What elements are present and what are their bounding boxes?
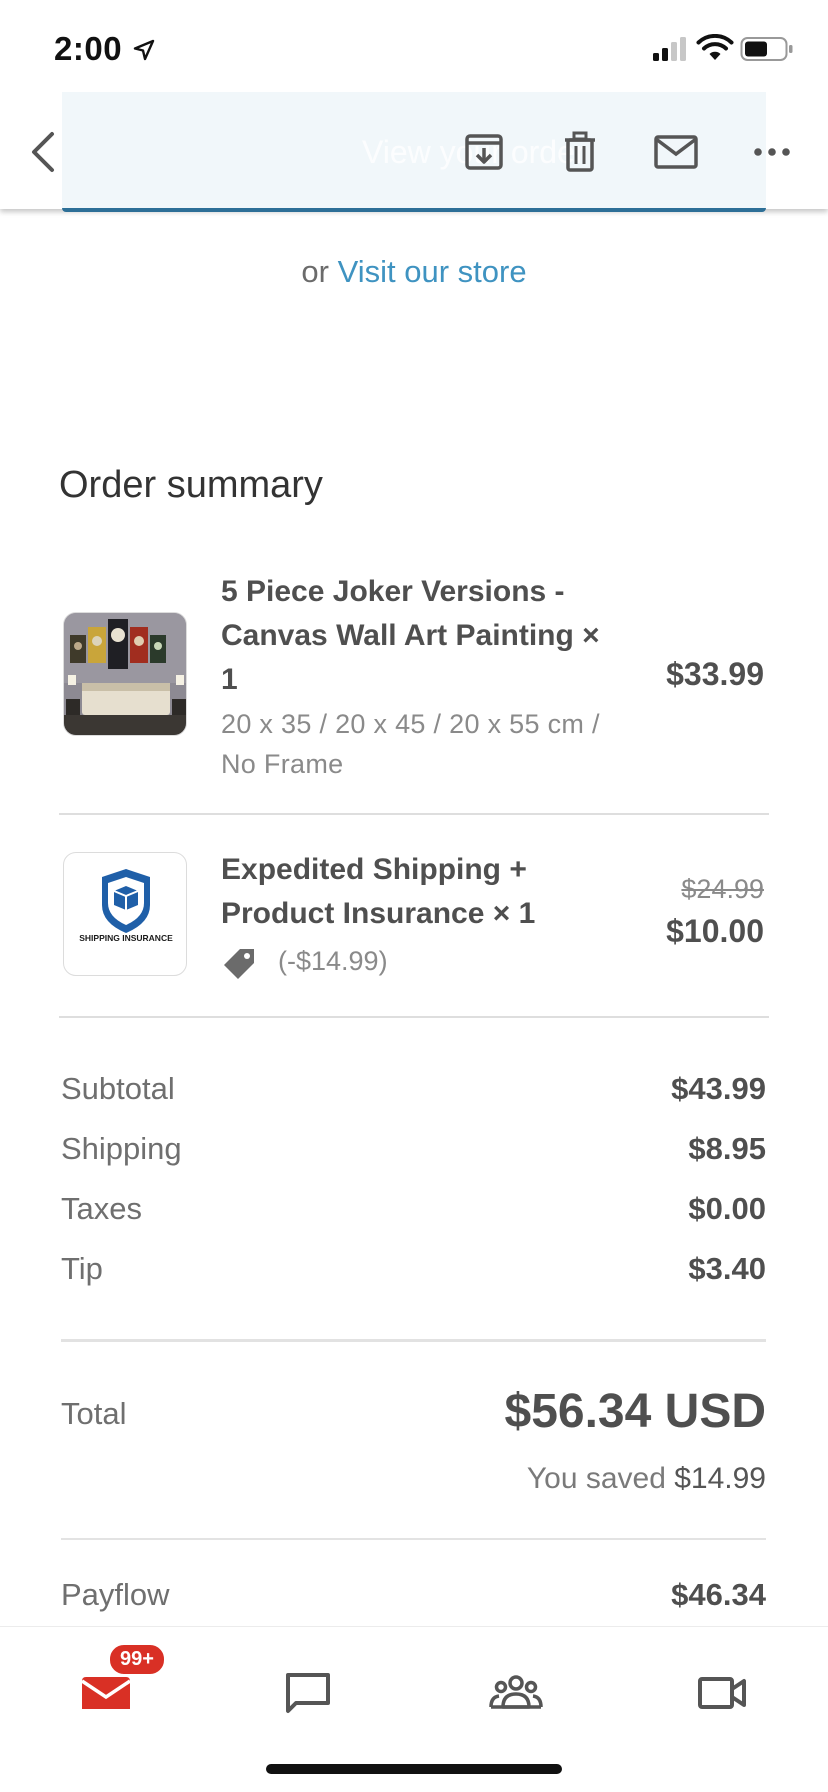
trash-icon[interactable]	[558, 130, 602, 174]
visit-store-link[interactable]: Visit our store	[338, 254, 527, 289]
savings-prefix: You saved	[526, 1462, 666, 1495]
meet-icon[interactable]	[486, 1663, 546, 1723]
savings-amount: $14.99	[674, 1462, 766, 1495]
signal-icon	[653, 37, 686, 61]
item-price: $33.99	[666, 656, 764, 692]
shield-icon	[102, 869, 150, 933]
status-bar: 2:00	[0, 0, 828, 92]
chat-icon[interactable]	[278, 1663, 338, 1723]
more-icon[interactable]	[752, 130, 792, 174]
divider	[61, 1339, 766, 1342]
wifi-icon	[696, 34, 734, 60]
divider	[61, 1538, 766, 1540]
subtotal-value: $43.99	[671, 1071, 766, 1106]
item-discount: (-$14.99)	[278, 946, 388, 976]
divider	[59, 1016, 769, 1018]
home-indicator[interactable]	[266, 1764, 562, 1774]
email-toolbar: View your order	[0, 92, 828, 212]
order-summary-title: Order summary	[59, 464, 323, 506]
location-arrow-icon	[133, 39, 155, 61]
tip-value: $3.40	[688, 1251, 766, 1286]
payflow-label: Payflow	[61, 1577, 170, 1612]
taxes-value: $0.00	[688, 1191, 766, 1226]
shipping-value: $8.95	[688, 1131, 766, 1166]
taxes-label: Taxes	[61, 1191, 142, 1226]
payflow-value: $46.34	[671, 1577, 766, 1612]
savings-line: You saved $14.99	[527, 1462, 766, 1496]
store-link-prefix: or	[301, 254, 329, 289]
store-link-line: or Visit our store	[0, 254, 828, 290]
battery-icon	[740, 37, 793, 61]
total-label: Total	[61, 1396, 127, 1431]
item-price: $10.00	[666, 913, 764, 949]
video-icon[interactable]	[692, 1663, 752, 1723]
item-original-price: $24.99	[681, 874, 764, 904]
shipping-label: Shipping	[61, 1131, 182, 1166]
tip-label: Tip	[61, 1251, 103, 1286]
divider	[59, 813, 769, 815]
item-name: Expedited Shipping + Product Insurance ×…	[221, 853, 536, 930]
product-thumbnail	[63, 612, 187, 736]
joker-canvas-image	[64, 613, 186, 735]
archive-icon[interactable]	[462, 130, 506, 174]
mail-icon[interactable]	[652, 130, 700, 174]
status-time: 2:00	[54, 30, 123, 67]
shipping-insurance-thumbnail: SHIPPING INSURANCE	[63, 852, 187, 976]
price-tag-icon	[224, 949, 254, 979]
item-variant: 20 x 35 / 20 x 45 / 20 x 55 cm / No Fram…	[221, 709, 600, 779]
shipping-insurance-label: SHIPPING INSURANCE	[79, 933, 173, 943]
back-arrow-icon[interactable]	[24, 128, 64, 176]
subtotal-label: Subtotal	[61, 1071, 175, 1106]
item-name: 5 Piece Joker Versions - Canvas Wall Art…	[221, 575, 600, 696]
unread-badge: 99+	[108, 1643, 166, 1676]
total-value: $56.34 USD	[504, 1385, 767, 1438]
